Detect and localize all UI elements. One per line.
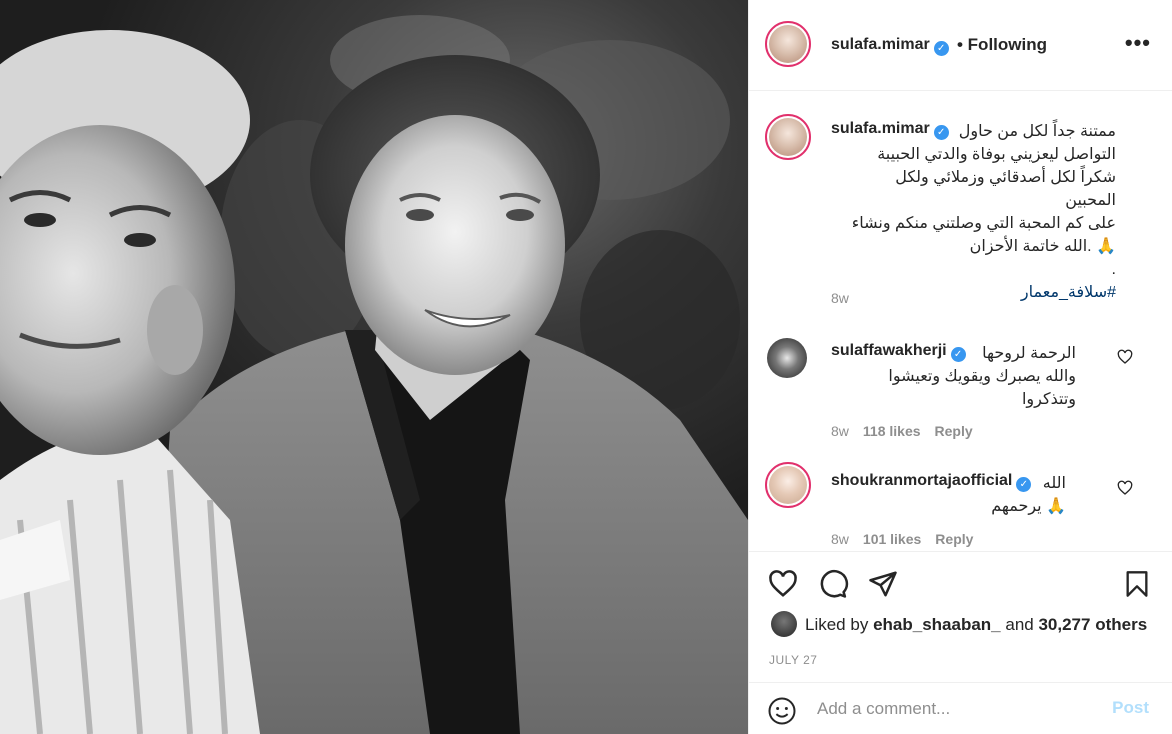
like-comment-heart-icon[interactable]: [1117, 480, 1133, 496]
like-heart-icon[interactable]: [767, 569, 799, 599]
post-actions: Liked by ehab_shaaban_ and 30,277 others…: [749, 553, 1172, 683]
post-photo[interactable]: [0, 0, 748, 734]
caption-line: شكراً لكل أصدقائي وزملائي ولكل المحبين: [895, 169, 1116, 209]
comment-composer: Post: [749, 684, 1172, 734]
comment-bubble-icon[interactable]: [817, 569, 849, 599]
caption-line: .: [1111, 261, 1116, 278]
more-options-icon[interactable]: •••: [1125, 30, 1151, 56]
caption-age: 8w: [831, 290, 849, 306]
comment-line: وتتذكروا: [1021, 391, 1076, 408]
reply-button[interactable]: Reply: [935, 423, 973, 439]
comment-line: 🙏 يرحمهم: [991, 498, 1066, 515]
caption-line: على كم المحبة التي وصلتني منكم ونشاء: [851, 215, 1116, 232]
share-plane-icon[interactable]: [867, 569, 899, 599]
comment-line: الله: [1042, 475, 1066, 492]
comment-age: 8w: [831, 423, 849, 439]
reply-button[interactable]: Reply: [935, 531, 973, 547]
comment-line: والله يصبرك ويقويك وتعيشوا: [888, 368, 1076, 385]
following-status[interactable]: • Following: [957, 35, 1047, 55]
author-username[interactable]: sulafa.mimar ✓: [831, 36, 949, 56]
comment-text: الرحمة لروحها والله يصبرك ويقويك وتعيشوا…: [831, 342, 1076, 411]
caption-hashtag[interactable]: #سلافة_معمار: [851, 281, 1116, 304]
post-date[interactable]: JULY 27: [769, 653, 817, 667]
liker-username[interactable]: ehab_shaaban_: [873, 615, 1001, 634]
commenter-avatar[interactable]: [765, 462, 811, 508]
caption-line: 🙏 .الله خاتمة الأحزان: [969, 238, 1116, 255]
post-sidebar: sulafa.mimar ✓ • Following ••• sulafa.mim…: [748, 0, 1172, 734]
bookmark-icon[interactable]: [1123, 569, 1151, 599]
author-avatar[interactable]: [765, 21, 811, 67]
emoji-smiley-icon[interactable]: [767, 696, 797, 726]
liker-avatar[interactable]: [771, 611, 797, 637]
verified-badge-icon: ✓: [933, 41, 949, 56]
comment-meta: 8w 118 likes Reply: [831, 423, 987, 439]
caption-text: ممتنة جداً لكل من حاول التواصل ليعزيني ب…: [851, 120, 1116, 304]
comment-text: الله 🙏 يرحمهم: [831, 472, 1066, 518]
liked-by[interactable]: Liked by ehab_shaaban_ and 30,277 others: [805, 615, 1147, 635]
like-comment-heart-icon[interactable]: [1117, 349, 1133, 365]
caption-line: ممتنة جداً لكل من حاول: [958, 123, 1116, 140]
add-comment-input[interactable]: [817, 694, 1097, 724]
comment-likes[interactable]: 118 likes: [863, 423, 921, 439]
post-header: sulafa.mimar ✓ • Following •••: [749, 0, 1172, 91]
caption-line: التواصل ليعزيني بوفاة والدتي الحبيبة: [877, 146, 1116, 163]
comments-section[interactable]: sulafa.mimar ✓ ممتنة جداً لكل من حاول الت…: [749, 92, 1172, 552]
caption-avatar[interactable]: [765, 114, 811, 160]
comment-meta: 8w 101 likes Reply: [831, 531, 987, 547]
comment-line: الرحمة لروحها: [982, 345, 1076, 362]
comment-likes[interactable]: 101 likes: [863, 531, 921, 547]
photo-illustration: [0, 15, 748, 734]
post-comment-button[interactable]: Post: [1112, 698, 1149, 718]
comment-age: 8w: [831, 531, 849, 547]
likes-count[interactable]: 30,277 others: [1038, 615, 1147, 634]
commenter-avatar[interactable]: [767, 338, 807, 378]
